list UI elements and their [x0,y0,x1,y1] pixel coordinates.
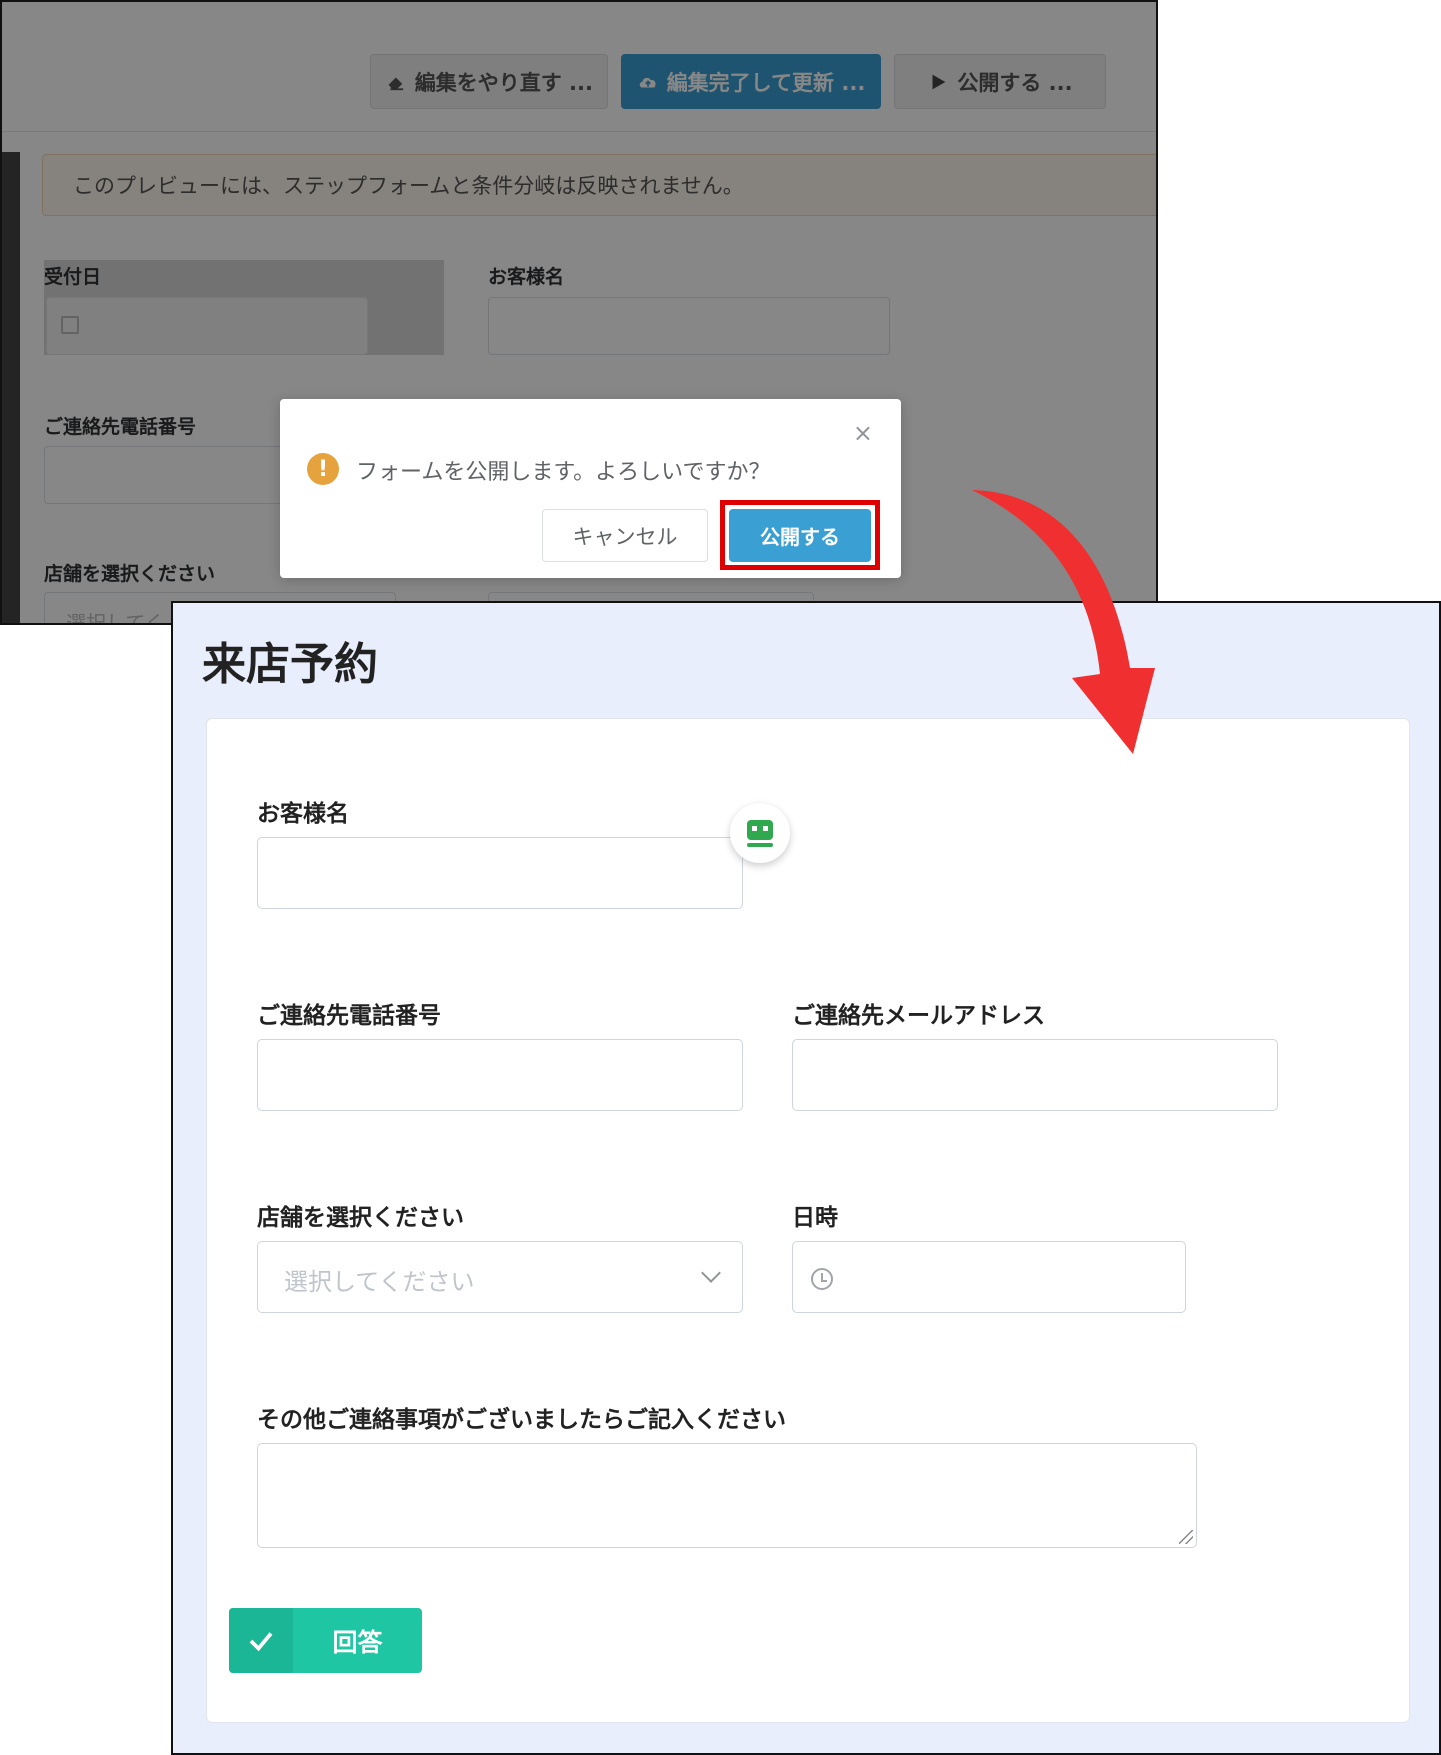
notes-textarea[interactable] [257,1443,1197,1548]
publish-confirm-dialog: × ! フォームを公開します。よろしいですか？ キャンセル 公開する [280,399,901,578]
form-title: 来店予約 [202,639,378,690]
warning-icon: ! [307,453,339,485]
submit-label: 回答 [332,1627,383,1657]
phone-input[interactable] [257,1039,743,1111]
phone-label: ご連絡先電話番号 [257,1003,441,1029]
store-select-placeholder: 選択してください [284,1268,475,1296]
close-icon[interactable]: × [853,419,873,447]
check-icon [229,1608,293,1673]
resize-handle-icon[interactable] [1179,1530,1193,1544]
cancel-button[interactable]: キャンセル [542,509,708,562]
submit-button[interactable]: 回答 [229,1608,422,1673]
dialog-message: フォームを公開します。よろしいですか？ [356,460,771,485]
email-label: ご連絡先メールアドレス [792,1003,1045,1029]
chatbot-button[interactable] [730,803,790,863]
chevron-down-icon [701,1263,721,1283]
published-form-screenshot: 来店予約 お客様名 ご連絡先電話番号 ご連絡先メールアドレス 店舗を選択ください… [171,601,1441,1755]
customer-name-label: お客様名 [257,801,349,827]
datetime-input[interactable] [792,1241,1186,1313]
notes-label: その他ご連絡事項がございましたらご記入ください [257,1407,786,1433]
clock-icon [811,1268,833,1290]
form-card: お客様名 ご連絡先電話番号 ご連絡先メールアドレス 店舗を選択ください 選択して… [206,718,1410,1723]
email-input[interactable] [792,1039,1278,1111]
confirm-publish-button[interactable]: 公開する [729,509,871,562]
store-label: 店舗を選択ください [257,1205,464,1231]
store-select[interactable]: 選択してください [257,1241,743,1313]
curved-arrow-icon [972,490,1155,754]
datetime-label: 日時 [792,1205,838,1231]
chatbot-icon [747,820,773,847]
customer-name-input[interactable] [257,837,743,909]
